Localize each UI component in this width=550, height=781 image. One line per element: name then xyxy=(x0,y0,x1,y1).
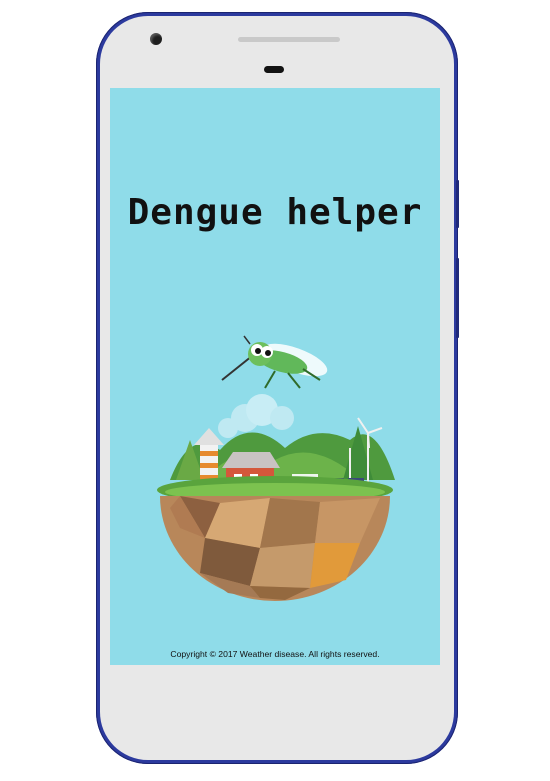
front-camera-icon xyxy=(150,33,162,45)
splash-screen: Dengue helper Copyright © 2017 Weather d… xyxy=(110,88,440,665)
power-button xyxy=(456,180,459,228)
volume-button xyxy=(456,258,459,338)
splash-illustration xyxy=(157,335,395,601)
speaker-grille xyxy=(238,37,340,42)
copyright-text: Copyright © 2017 Weather disease. All ri… xyxy=(170,649,380,659)
proximity-sensor xyxy=(264,66,284,73)
island-globe-icon xyxy=(157,394,395,601)
mosquito-icon xyxy=(221,335,328,389)
